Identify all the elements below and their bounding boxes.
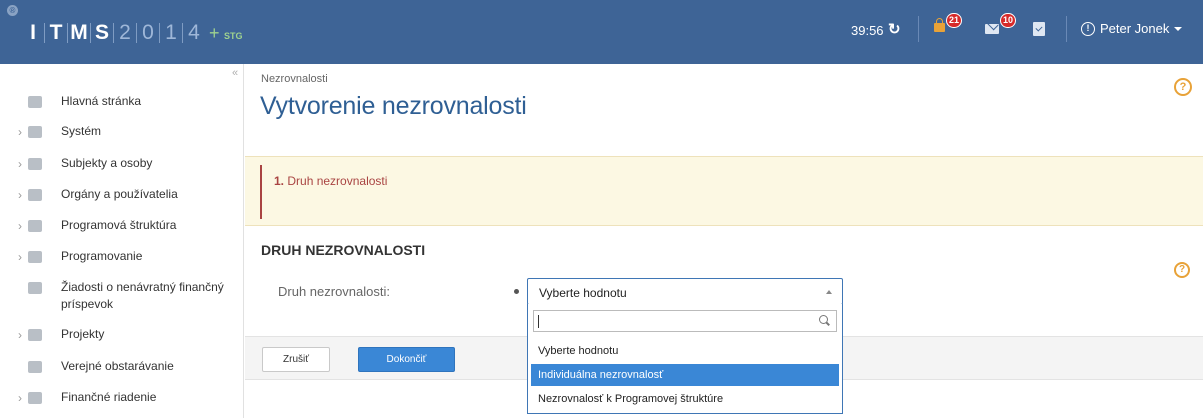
logo-digit: 4 bbox=[188, 21, 200, 44]
logo-plus: + bbox=[209, 22, 220, 43]
cubes-icon bbox=[28, 251, 42, 263]
chevron-right-icon: › bbox=[18, 250, 22, 264]
sidebar-item-programming[interactable]: › Programovanie bbox=[0, 249, 244, 265]
envelope-icon[interactable] bbox=[985, 24, 999, 34]
field-label: Druh nezrovnalosti: bbox=[278, 284, 390, 299]
wrench-icon bbox=[28, 126, 42, 138]
section-title: DRUH NEZROVNALOSTI bbox=[261, 242, 426, 258]
sidebar-item-label: Orgány a používatelia bbox=[61, 187, 178, 201]
registered-badge-icon: ® bbox=[7, 5, 18, 16]
user-info-icon: ! bbox=[1081, 21, 1095, 36]
sidebar-item-organs[interactable]: › Orgány a používatelia bbox=[0, 187, 244, 203]
sidebar-item-public-procurement[interactable]: Verejné obstarávanie bbox=[0, 359, 244, 375]
refresh-session-icon[interactable]: ↻ bbox=[888, 20, 901, 38]
user-list-icon bbox=[28, 189, 42, 201]
people-icon bbox=[28, 158, 42, 170]
sitemap-icon bbox=[28, 220, 42, 232]
breadcrumb[interactable]: Nezrovnalosti bbox=[261, 73, 328, 85]
document-icon bbox=[28, 282, 42, 294]
sidebar-item-label: Systém bbox=[61, 124, 102, 138]
select-value: Vyberte hodnotu bbox=[539, 286, 627, 300]
collapse-sidebar-icon[interactable]: « bbox=[232, 67, 238, 79]
alerts-count-badge: 21 bbox=[946, 13, 963, 28]
finish-button[interactable]: Dokončiť bbox=[358, 347, 455, 372]
chevron-right-icon: › bbox=[18, 391, 22, 405]
caret-down-icon bbox=[1174, 26, 1183, 31]
folder-icon bbox=[28, 329, 42, 341]
environment-label: STG bbox=[224, 31, 243, 41]
lock-icon[interactable] bbox=[934, 18, 945, 32]
page-help-icon[interactable]: ? bbox=[1174, 78, 1192, 96]
logo-digit: 1 bbox=[165, 21, 177, 44]
step-label[interactable]: 1. Druh nezrovnalosti bbox=[274, 174, 387, 188]
text-cursor bbox=[538, 315, 539, 328]
sidebar-item-label: Programovanie bbox=[61, 249, 143, 263]
user-name: Peter Jonek bbox=[1100, 21, 1170, 36]
step-marker bbox=[260, 165, 262, 219]
sidebar-item-projects[interactable]: › Projekty bbox=[0, 327, 244, 343]
sidebar-item-label: Finančné riadenie bbox=[61, 390, 157, 404]
sidebar-item-label: Projekty bbox=[61, 327, 105, 341]
sidebar-item-label: Verejné obstarávanie bbox=[61, 359, 174, 373]
itms-logo[interactable]: I T M S 2 0 1 4 + STG bbox=[22, 18, 243, 48]
step-indicator: 1. Druh nezrovnalosti bbox=[245, 156, 1203, 226]
session-timer: 39:56 bbox=[851, 23, 884, 38]
chevron-right-icon: › bbox=[18, 157, 22, 171]
sidebar: « Hlavná stránka › Systém › Subjekty a o… bbox=[0, 64, 244, 418]
sidebar-item-label: Hlavná stránka bbox=[61, 94, 142, 108]
dropdown-option[interactable]: Vyberte hodnotu bbox=[531, 340, 839, 362]
sidebar-item-label: Subjekty a osoby bbox=[61, 156, 153, 170]
dropdown-option[interactable]: Nezrovnalosť k Programovej štruktúre bbox=[531, 388, 839, 410]
briefcase-icon bbox=[28, 361, 42, 373]
navbar-divider bbox=[918, 16, 919, 42]
home-icon bbox=[28, 96, 42, 108]
logo-digit: 2 bbox=[119, 21, 131, 44]
chevron-right-icon: › bbox=[18, 188, 22, 202]
sidebar-item-system[interactable]: › Systém bbox=[0, 124, 244, 140]
clipboard-check-icon[interactable] bbox=[1033, 22, 1045, 36]
navbar-divider bbox=[1066, 16, 1067, 42]
sidebar-item-label: Programová štruktúra bbox=[61, 218, 177, 232]
logo-letter: M bbox=[70, 21, 88, 44]
sidebar-item-finance[interactable]: › Finančné riadenie bbox=[0, 390, 244, 406]
top-navbar: ® I T M S 2 0 1 4 + STG 39:56 ↻ 21 10 ! … bbox=[0, 0, 1203, 64]
section-help-icon[interactable]: ? bbox=[1174, 262, 1190, 278]
sidebar-item-program-structure[interactable]: › Programová štruktúra bbox=[0, 218, 244, 234]
dropdown-option-highlighted[interactable]: Individuálna nezrovnalosť bbox=[531, 364, 839, 386]
user-menu[interactable]: ! Peter Jonek bbox=[1081, 21, 1183, 36]
druh-nezrovnalosti-select[interactable]: Vyberte hodnotu bbox=[527, 278, 843, 305]
caret-up-icon bbox=[826, 290, 832, 294]
page-title: Vytvorenie nezrovnalosti bbox=[260, 92, 527, 120]
logo-letter: S bbox=[94, 21, 109, 44]
sidebar-item-applications[interactable]: Žiadosti o nenávratný finančný príspevok bbox=[0, 280, 244, 313]
sidebar-item-label: Žiadosti o nenávratný finančný príspevok bbox=[61, 280, 224, 311]
messages-count-badge: 10 bbox=[1000, 13, 1017, 28]
finance-icon bbox=[28, 392, 42, 404]
select-dropdown: Vyberte hodnotu Individuálna nezrovnalos… bbox=[527, 304, 843, 414]
chevron-right-icon: › bbox=[18, 328, 22, 342]
required-indicator bbox=[514, 289, 519, 294]
cancel-button[interactable]: Zrušiť bbox=[262, 347, 330, 372]
dropdown-search-input[interactable] bbox=[533, 310, 837, 332]
chevron-right-icon: › bbox=[18, 125, 22, 139]
search-icon bbox=[819, 315, 828, 324]
logo-digit: 0 bbox=[142, 21, 154, 44]
logo-letter: T bbox=[49, 21, 63, 44]
sidebar-item-home[interactable]: Hlavná stránka bbox=[0, 94, 244, 110]
chevron-right-icon: › bbox=[18, 219, 22, 233]
sidebar-item-subjects[interactable]: › Subjekty a osoby bbox=[0, 156, 244, 172]
logo-letter: I bbox=[30, 21, 36, 44]
